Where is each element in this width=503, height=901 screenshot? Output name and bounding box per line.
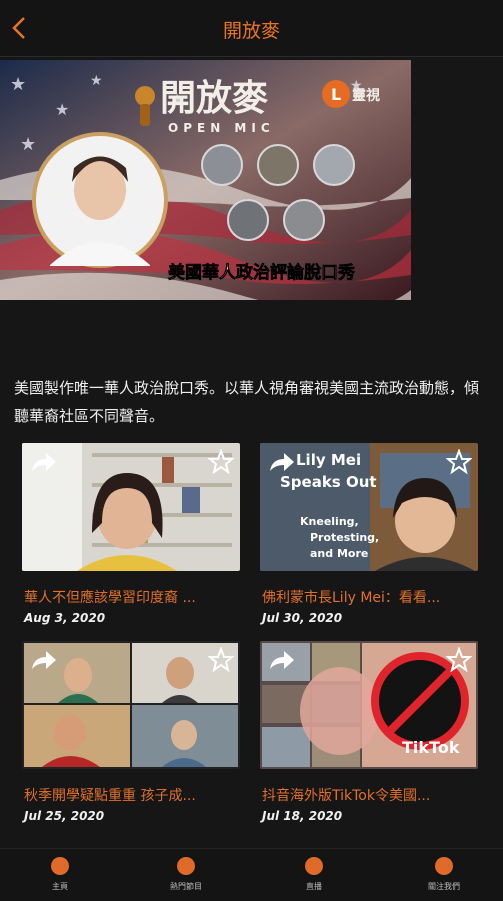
episode-thumbnail[interactable] xyxy=(22,641,240,769)
nav-label: 關注我們 xyxy=(428,882,460,891)
favorite-star-icon[interactable] xyxy=(446,449,472,475)
banner-image: ★★ ★★ ★★ 開放麥 OPEN MIC L 靈視 美國華人政治評論脫口秀 xyxy=(0,60,411,300)
play-icon xyxy=(305,857,323,875)
nav-label: 熱門節目 xyxy=(170,882,202,891)
page-title: 開放麥 xyxy=(222,20,280,42)
nav-item-follow[interactable]: 關注我們 xyxy=(404,857,484,892)
thumb-text-headline: Speaks Out xyxy=(280,473,377,491)
svg-text:★: ★ xyxy=(90,73,103,89)
banner-tagline: 美國華人政治評論脫口秀 xyxy=(168,262,355,283)
svg-text:★: ★ xyxy=(10,74,26,95)
nav-label: 主頁 xyxy=(52,882,68,891)
thumb-text-line-2: Protesting, xyxy=(310,531,379,544)
episode-title[interactable]: 秋季開學疑點重重 孩子成... xyxy=(24,785,238,805)
nav-label: 直播 xyxy=(306,882,322,891)
nav-item-home[interactable]: 主頁 xyxy=(20,857,100,892)
bottom-navigation: 主頁 熱門節目 直播 關注我們 xyxy=(0,848,503,901)
favorite-star-icon[interactable] xyxy=(208,449,234,475)
share-icon[interactable] xyxy=(266,449,296,475)
episode-thumbnail[interactable] xyxy=(22,443,240,571)
banner-logo-text: 開放麥 xyxy=(160,77,269,119)
episode-date: Jul 18, 2020 xyxy=(262,809,343,823)
share-icon[interactable] xyxy=(28,449,58,475)
episode-date: Aug 3, 2020 xyxy=(24,611,106,625)
favorite-star-icon[interactable] xyxy=(446,647,472,673)
favorite-star-icon[interactable] xyxy=(208,647,234,673)
show-banner: ★ ★ ★ ★ ★ ★ 開放麥 OPEN MIC L 靈視 美國華人政治評論脫口秀 xyxy=(0,60,411,300)
heart-icon xyxy=(435,857,453,875)
episode-thumbnail[interactable]: Lily Mei Speaks Out Kneeling, Protesting… xyxy=(260,443,478,571)
home-icon xyxy=(51,857,69,875)
banner-logo-sub: OPEN MIC xyxy=(168,121,275,135)
episode-title[interactable]: 佛利蒙市長Lily Mei：看看... xyxy=(262,587,476,607)
show-description: 美國製作唯一華人政治脫口秀。以華人視角審視美國主流政治動態，傾聽華裔社區不同聲音… xyxy=(14,379,480,425)
channel-badge: L xyxy=(331,85,341,104)
episode-date: Jul 25, 2020 xyxy=(24,809,105,823)
svg-text:★: ★ xyxy=(55,100,69,119)
episode-title[interactable]: 抖音海外版TikTok令美國... xyxy=(262,785,476,805)
tv-icon xyxy=(177,857,195,875)
top-bar: 開放麥 xyxy=(0,0,503,57)
thumb-text-line-3: and More xyxy=(310,547,368,560)
nav-item-popular[interactable]: 熱門節目 xyxy=(146,857,226,892)
share-icon[interactable] xyxy=(266,647,296,673)
episode-date: Jul 30, 2020 xyxy=(262,611,343,625)
channel-name: 靈視 xyxy=(352,87,380,104)
nav-item-live[interactable]: 直播 xyxy=(274,857,354,892)
svg-text:★: ★ xyxy=(20,134,36,155)
share-icon[interactable] xyxy=(28,647,58,673)
thumb-text-tiktok: TikTok xyxy=(402,738,460,757)
episode-title[interactable]: 華人不但應該學習印度裔 ... xyxy=(24,587,238,607)
episode-thumbnail[interactable]: TikTok xyxy=(260,641,478,769)
thumb-text-line-1: Kneeling, xyxy=(300,515,359,528)
thumb-text-name: Lily Mei xyxy=(296,451,361,469)
